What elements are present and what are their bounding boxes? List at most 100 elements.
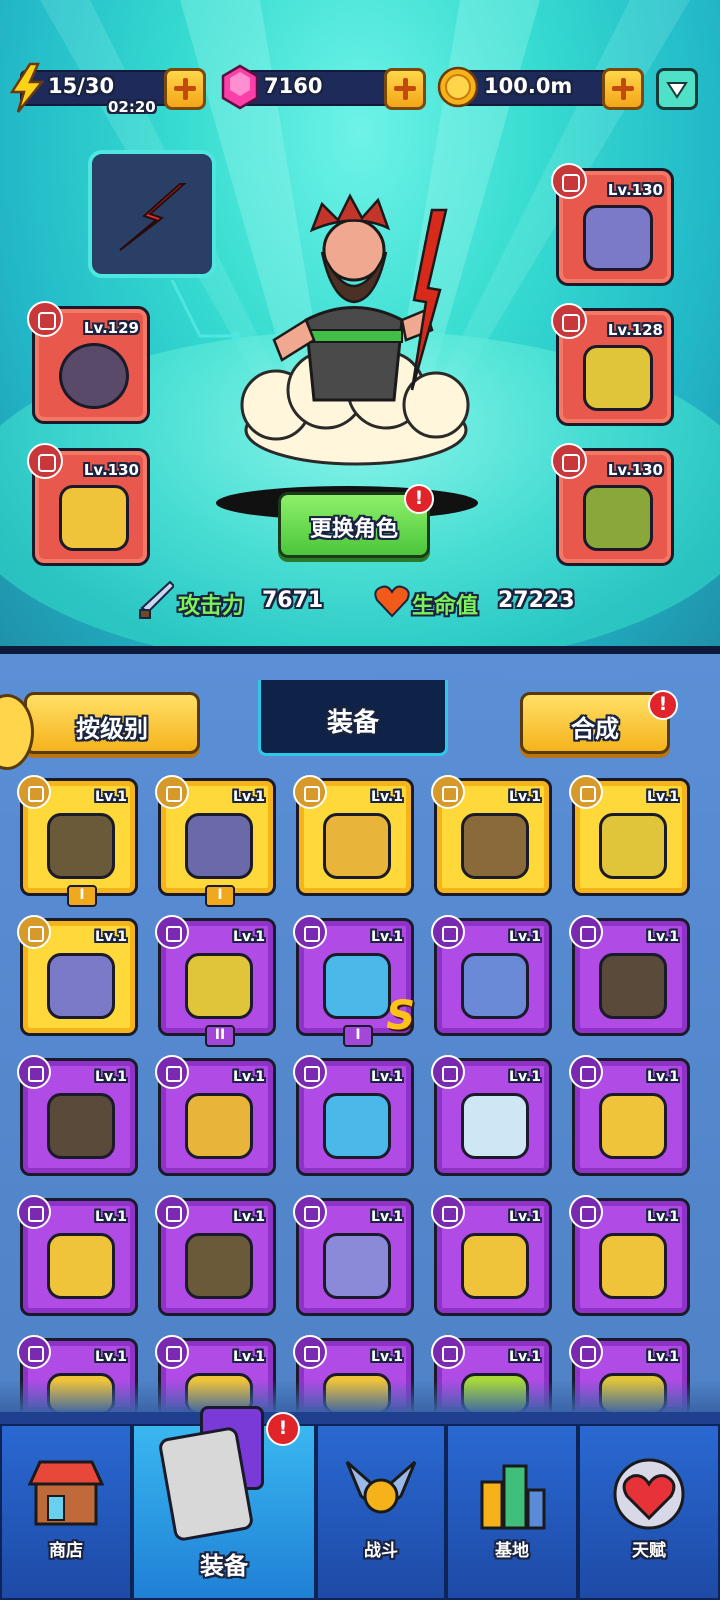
equipped-armor-slot[interactable]: Lv.130 — [551, 163, 674, 286]
inventory-item-card[interactable]: Lv.1 — [293, 1195, 414, 1316]
inventory-item-card[interactable]: Lv.1 — [155, 1055, 276, 1176]
armor-slot-icon — [551, 163, 587, 199]
item-slot-type-icon — [17, 1335, 51, 1369]
item-slot-type-icon — [17, 915, 51, 949]
inventory-item-card[interactable]: Lv.1 — [431, 775, 552, 896]
equipped-boots-slot[interactable]: Lv.130 — [551, 443, 674, 566]
equipped-necklace-slot[interactable]: Lv.129 — [27, 301, 150, 424]
shorts-icon — [599, 813, 667, 879]
item-slot-type-icon — [293, 1055, 327, 1089]
item-level: Lv.1 — [647, 1069, 679, 1085]
dogtag-icon — [47, 1093, 115, 1159]
attack-value: 7671 — [262, 588, 324, 613]
inventory-item-card[interactable]: Lv.1 — [17, 915, 138, 1036]
inventory-item-card[interactable]: Lv.1 — [569, 775, 690, 896]
equipped-boots-level: Lv.130 — [607, 461, 663, 479]
change-character-badge: ! — [404, 484, 434, 514]
settings-dropdown-button[interactable] — [656, 68, 698, 110]
change-character-label: 更换角色 — [309, 517, 398, 542]
item-slot-type-icon — [293, 775, 327, 809]
shirt-icon — [461, 1233, 529, 1299]
item-slot-type-icon — [431, 775, 465, 809]
necklace-icon — [461, 953, 529, 1019]
item-level: Lv.1 — [233, 1069, 265, 1085]
item-level: Lv.1 — [509, 1069, 541, 1085]
inventory-item-card[interactable]: Lv.1 I — [155, 775, 276, 907]
item-rank-mark: S — [386, 993, 415, 1039]
item-level: Lv.1 — [371, 1069, 403, 1085]
dogtag-icon — [599, 953, 667, 1019]
hero-skill-slot[interactable] — [88, 150, 216, 278]
inventory-item-card[interactable]: Lv.1 — [293, 775, 414, 896]
inventory-item-card[interactable]: Lv.1 — [293, 1055, 414, 1176]
scarf-icon — [323, 813, 391, 879]
inventory-item-card[interactable]: Lv.1 I S — [293, 915, 415, 1047]
item-level: Lv.1 — [371, 1349, 403, 1365]
vest-icon — [461, 813, 529, 879]
shorts-icon — [185, 953, 253, 1019]
inventory-item-card[interactable]: Lv.1 — [155, 1195, 276, 1316]
inventory-item-card[interactable]: Lv.1 — [17, 1195, 138, 1316]
hero-stage: 15/30 02:20 7160 100.0m 更换角色 ! Lv.129 Lv… — [0, 0, 720, 660]
item-level: Lv.1 — [509, 1209, 541, 1225]
heart-icon — [374, 585, 410, 618]
inventory-item-card[interactable]: Lv.1 — [431, 915, 552, 1036]
inventory-item-card[interactable]: Lv.1 — [569, 915, 690, 1036]
sort-by-level-label: 按级别 — [76, 715, 148, 743]
item-slot-type-icon — [431, 915, 465, 949]
inventory-item-card[interactable]: Lv.1 — [17, 1055, 138, 1176]
gems-count: 7160 — [264, 74, 323, 98]
nav-tab-equipment[interactable]: 装备 — [132, 1406, 316, 1600]
nav-tab-shop[interactable]: 商店 — [0, 1424, 132, 1600]
inventory-item-card[interactable]: Lv.1 — [569, 1055, 690, 1176]
item-level: Lv.1 — [95, 929, 127, 945]
panel-title-box: 装备 — [258, 680, 448, 756]
energy-icon — [9, 62, 45, 113]
item-level: Lv.1 — [95, 1209, 127, 1225]
nav-tab-talent[interactable]: 天赋 — [578, 1424, 720, 1600]
equipped-necklace-level: Lv.129 — [83, 319, 139, 337]
item-slot-type-icon — [155, 1195, 189, 1229]
grid-scroll-fade — [0, 1380, 720, 1414]
item-level: Lv.1 — [233, 1349, 265, 1365]
item-level: Lv.1 — [371, 1209, 403, 1225]
shorts-icon — [583, 345, 653, 411]
bottom-nav: 商店 装备 ! 战斗 基地 天赋 — [0, 1406, 720, 1600]
inventory-item-card[interactable]: Lv.1 — [431, 1195, 552, 1316]
glove-slot-icon — [27, 443, 63, 479]
item-level: Lv.1 — [371, 789, 403, 805]
equipped-glove-slot[interactable]: Lv.130 — [27, 443, 150, 566]
item-level: Lv.1 — [647, 789, 679, 805]
nav-tab-base[interactable]: 基地 — [446, 1424, 578, 1600]
necklace-icon — [59, 343, 129, 409]
lightning-icon — [119, 183, 187, 251]
section-divider — [0, 646, 720, 654]
gem-icon — [221, 64, 259, 110]
boots-icon — [583, 485, 653, 551]
item-grade-badge: II — [205, 1025, 235, 1047]
item-slot-type-icon — [155, 915, 189, 949]
scarf-icon — [185, 1093, 253, 1159]
sword-icon — [139, 580, 174, 619]
item-slot-type-icon — [569, 1335, 603, 1369]
inventory-item-card[interactable]: Lv.1 II — [155, 915, 276, 1047]
add-energy-button[interactable] — [164, 68, 206, 110]
nav-shop-label: 商店 — [49, 1541, 83, 1561]
add-coins-button[interactable] — [602, 68, 644, 110]
inventory-item-card[interactable]: Lv.1 I — [17, 775, 138, 907]
add-gems-button[interactable] — [384, 68, 426, 110]
pants-slot-icon — [551, 303, 587, 339]
glove-icon — [59, 485, 129, 551]
glove-icon — [47, 1233, 115, 1299]
inventory-item-card[interactable]: Lv.1 — [431, 1055, 552, 1176]
sort-by-level-button[interactable]: 按级别 — [24, 692, 200, 754]
item-slot-type-icon — [17, 775, 51, 809]
base-icon — [480, 1464, 546, 1530]
item-slot-type-icon — [155, 1335, 189, 1369]
inventory-item-card[interactable]: Lv.1 — [569, 1195, 690, 1316]
item-slot-type-icon — [569, 775, 603, 809]
glove-icon — [461, 1093, 529, 1159]
equipped-pants-slot[interactable]: Lv.128 — [551, 303, 674, 426]
boots-icon — [47, 953, 115, 1019]
nav-tab-battle[interactable]: 战斗 — [316, 1424, 446, 1600]
